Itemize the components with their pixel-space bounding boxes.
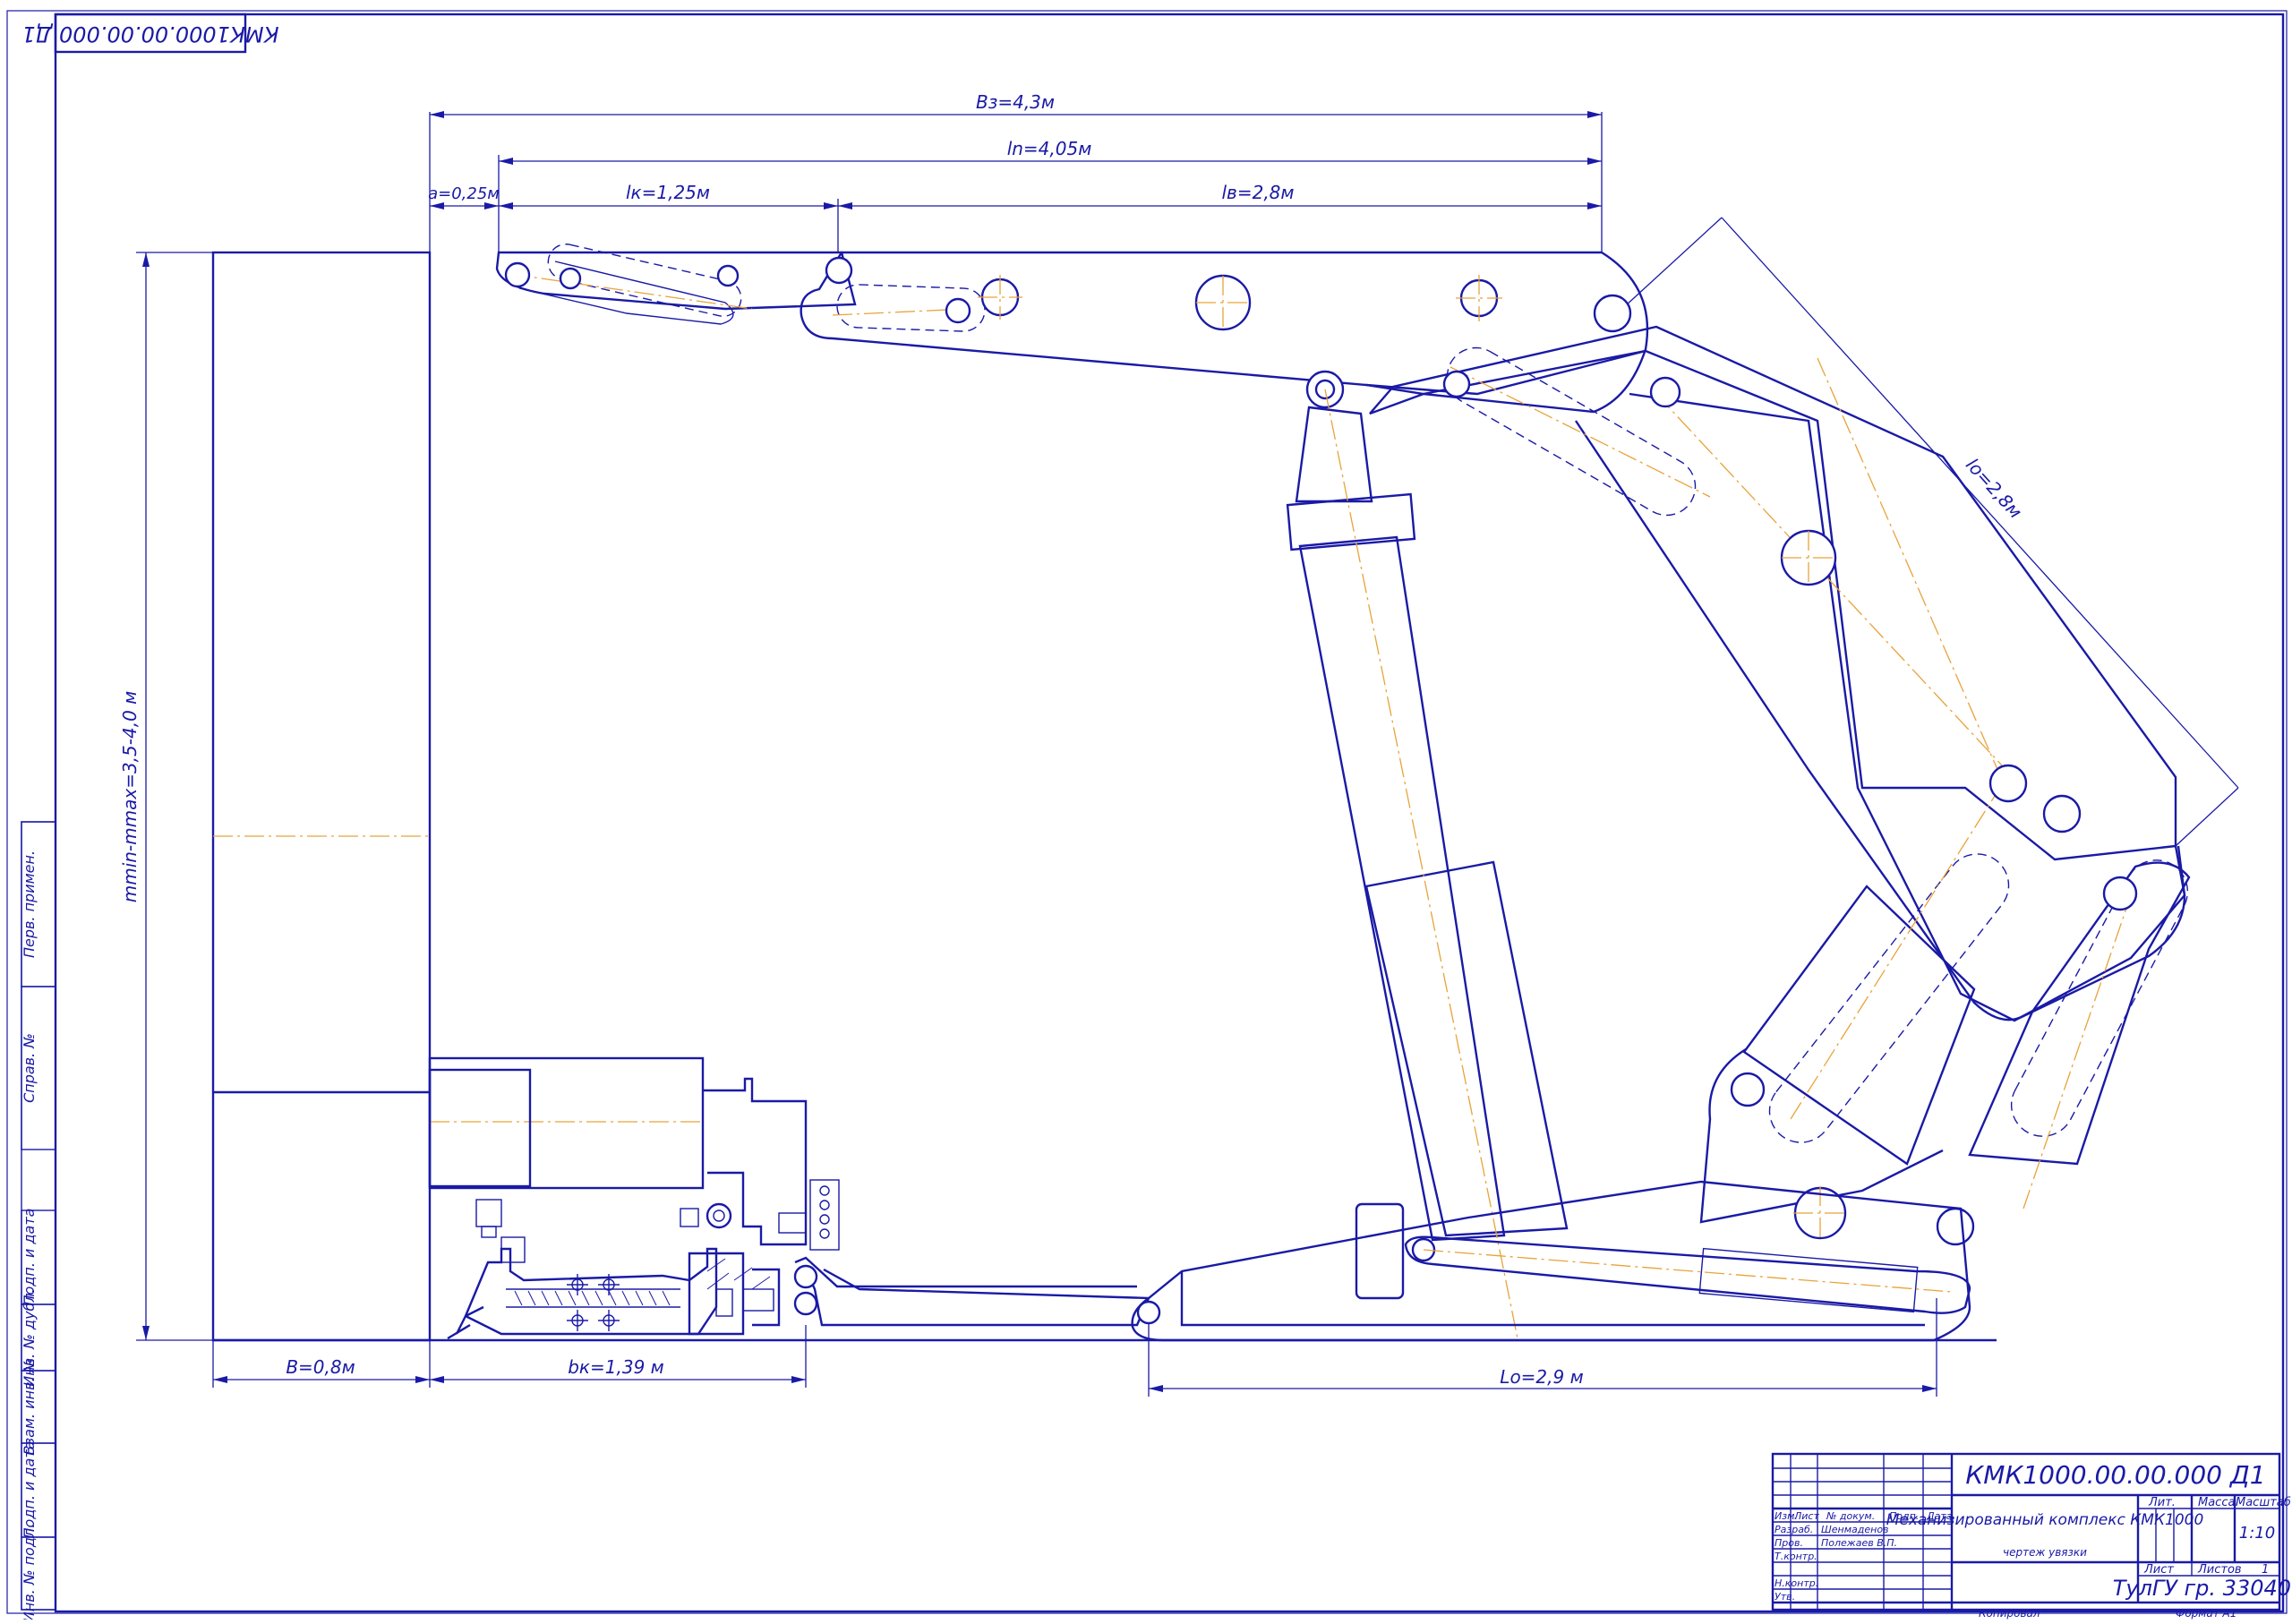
org-label: ТулГУ гр. 330401 — [2113, 1576, 2292, 1601]
side-stamp-item: Перв. примен. — [21, 850, 38, 958]
dim-lb: lв=2,8м — [1222, 182, 1295, 203]
side-stamp-item: Взам. инв. № — [21, 1358, 38, 1456]
mass-label: Масса — [2198, 1496, 2235, 1509]
row-person: Шенмаденов — [1821, 1524, 1889, 1535]
row-person: Полежаев В.П. — [1821, 1537, 1897, 1549]
conveyor-shearer — [428, 1056, 1137, 1340]
title-subtitle: чертеж увязки — [2003, 1546, 2087, 1559]
dim-ln: ln=4,05м — [1007, 138, 1092, 159]
sheets-value: 1 — [2262, 1563, 2269, 1577]
top-code-stamp: КМК1000.00.00.000 Д1 — [21, 13, 279, 54]
hydraulic-leg — [1286, 370, 1569, 1339]
row-role: Утв. — [1775, 1591, 1795, 1603]
dimension-labels: Bз=4,3м ln=4,05м a=0,25м lк=1,25м lв=2,8… — [119, 91, 2026, 1388]
lit-label: Лит. — [2148, 1496, 2176, 1509]
format-label: Формат А1 — [2176, 1607, 2236, 1620]
side-stamp-item: Справ. № — [21, 1033, 38, 1103]
sheet-label: Лист — [2143, 1563, 2174, 1577]
header-doc: № докум. — [1826, 1510, 1875, 1522]
scale-label: Масштаб — [2236, 1496, 2291, 1509]
row-role: Н.контр. — [1775, 1577, 1818, 1589]
base-pontoon — [804, 1180, 1971, 1342]
dim-bk: bк=1,39 м — [568, 1356, 664, 1378]
title-block: КМК1000.00.00.000 Д1 Механизированный ко… — [1771, 1452, 2292, 1620]
row-role: Разраб. — [1775, 1524, 1813, 1535]
dim-Lo: Lo=2,9 м — [1500, 1366, 1583, 1388]
row-role: Т.контр. — [1775, 1551, 1817, 1562]
header-list: Лист — [1793, 1510, 1819, 1522]
side-stamp: Перв. примен. Справ. № Подп. и дата Инв.… — [21, 821, 56, 1622]
title-code: КМК1000.00.00.000 Д1 — [1965, 1460, 2265, 1490]
dim-height: mmin-mmax=3,5-4,0 м — [119, 691, 141, 903]
scale-value: 1:10 — [2239, 1524, 2275, 1543]
sheets-label: Листов — [2197, 1563, 2242, 1577]
header-sign: Подп. — [1889, 1510, 1919, 1522]
dim-bz: Bз=4,3м — [976, 91, 1055, 113]
assembly-drawing: КМК1000.00.00.000 Д1 Перв. примен. Справ… — [6, 10, 2292, 1622]
side-stamp-item: Инв. № подл. — [21, 1524, 38, 1620]
copied-label: Копировал — [1979, 1607, 2040, 1620]
dim-lk: lк=1,25м — [626, 182, 710, 203]
coal-face-wall — [211, 251, 1997, 1342]
top-code-text: КМК1000.00.00.000 Д1 — [21, 21, 278, 47]
goaf-shield — [1365, 325, 2191, 1246]
canopy — [495, 244, 1649, 414]
row-role: Пров. — [1775, 1537, 1803, 1549]
dim-a: a=0,25м — [428, 184, 500, 203]
header-date: Дата — [1926, 1510, 1953, 1522]
dim-B: B=0,8м — [286, 1356, 355, 1378]
dim-lo: lo=2,8м — [1962, 454, 2026, 523]
